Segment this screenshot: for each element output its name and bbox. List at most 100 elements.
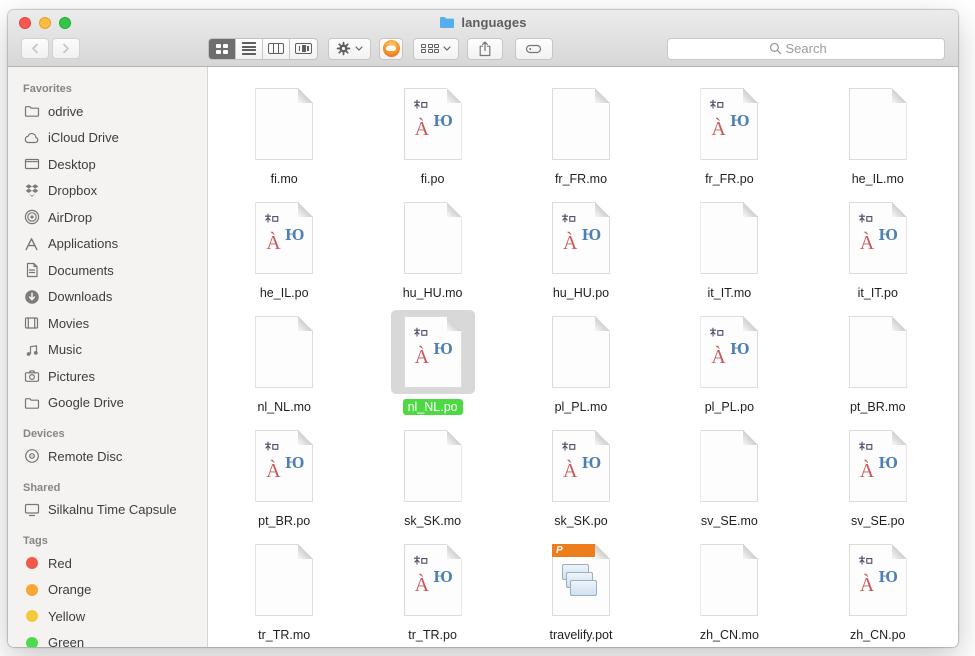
file-item[interactable]: pt_BR.mo: [804, 299, 952, 413]
file-item[interactable]: À Ю pt_BR.po: [210, 413, 358, 527]
poedit-app-button[interactable]: [379, 38, 403, 60]
page-fold-icon: [595, 544, 610, 559]
sidebar-item-label: Pictures: [48, 369, 95, 384]
file-item[interactable]: zh_CN.mo: [655, 527, 803, 641]
window-body: Favorites odrive iCloud Drive Desktop Dr…: [8, 67, 958, 647]
file-item[interactable]: À Ю fi.po: [358, 71, 506, 185]
file-item[interactable]: fr_FR.mo: [507, 71, 655, 185]
titlebar[interactable]: languages: [8, 10, 958, 35]
sidebar-item-airdrop[interactable]: AirDrop: [8, 204, 207, 231]
page-fold-icon: [447, 316, 462, 331]
file-item[interactable]: À Ю fr_FR.po: [655, 71, 803, 185]
blank-document-icon: [255, 544, 313, 616]
page-fold-icon: [447, 430, 462, 445]
sidebar-item-documents[interactable]: Documents: [8, 257, 207, 284]
column-view-button[interactable]: [263, 39, 290, 59]
search-field[interactable]: [667, 38, 945, 60]
file-item[interactable]: nl_NL.mo: [210, 299, 358, 413]
file-item[interactable]: À Ю he_IL.po: [210, 185, 358, 299]
minimize-button[interactable]: [39, 17, 51, 29]
file-item-selected[interactable]: À Ю nl_NL.po: [358, 299, 506, 413]
slides-icon: [562, 564, 602, 606]
sidebar-item-tag-red[interactable]: Red: [8, 550, 207, 577]
document-icon: [23, 262, 40, 279]
file-item[interactable]: tr_TR.mo: [210, 527, 358, 641]
file-icon: [391, 424, 475, 508]
file-icon: [836, 310, 920, 394]
file-item[interactable]: hu_HU.mo: [358, 185, 506, 299]
page-fold-icon: [892, 88, 907, 103]
tag-button[interactable]: [515, 38, 553, 60]
file-item[interactable]: À Ю sk_SK.po: [507, 413, 655, 527]
sidebar-item-label: Dropbox: [48, 183, 97, 198]
close-button[interactable]: [19, 17, 31, 29]
sidebar-item-tag-green[interactable]: Green: [8, 630, 207, 648]
list-view-button[interactable]: [236, 39, 263, 59]
music-icon: [23, 341, 40, 358]
sidebar-item-tag-yellow[interactable]: Yellow: [8, 603, 207, 630]
sidebar-item-tag-orange[interactable]: Orange: [8, 577, 207, 604]
page-fold-icon: [298, 88, 313, 103]
page-fold-icon: [892, 430, 907, 445]
sidebar-item-icloud-drive[interactable]: iCloud Drive: [8, 125, 207, 152]
display-icon: [23, 501, 40, 518]
sidebar-item-remote-disc[interactable]: Remote Disc: [8, 443, 207, 470]
file-icon: [242, 538, 326, 622]
icon-view-button[interactable]: [209, 39, 236, 59]
column-view-icon: [268, 43, 284, 54]
page-fold-icon: [447, 88, 462, 103]
forward-button[interactable]: [52, 38, 80, 59]
file-item[interactable]: À Ю hu_HU.po: [507, 185, 655, 299]
intl-text-document-icon: À Ю: [849, 544, 907, 616]
file-item[interactable]: sk_SK.mo: [358, 413, 506, 527]
share-button[interactable]: [467, 38, 503, 60]
search-input[interactable]: [786, 41, 844, 56]
sidebar-item-label: Google Drive: [48, 395, 124, 410]
zoom-button[interactable]: [59, 17, 71, 29]
latin-a-glyph: À: [860, 460, 874, 483]
sidebar: Favorites odrive iCloud Drive Desktop Dr…: [8, 67, 208, 647]
file-icon: À Ю: [836, 196, 920, 280]
blank-document-icon: [255, 316, 313, 388]
sidebar-item-odrive[interactable]: odrive: [8, 98, 207, 125]
sidebar-item-applications[interactable]: Applications: [8, 231, 207, 258]
file-item[interactable]: P travelify.pot: [507, 527, 655, 641]
file-item[interactable]: À Ю sv_SE.po: [804, 413, 952, 527]
sidebar-item-dropbox[interactable]: Dropbox: [8, 178, 207, 205]
coverflow-view-button[interactable]: [290, 39, 317, 59]
search-icon: [769, 42, 782, 55]
cyrillic-yu-glyph: Ю: [879, 225, 898, 245]
file-item[interactable]: sv_SE.mo: [655, 413, 803, 527]
gear-icon: [336, 41, 351, 56]
file-item[interactable]: it_IT.mo: [655, 185, 803, 299]
sidebar-item-desktop[interactable]: Desktop: [8, 151, 207, 178]
file-name: zh_CN.mo: [695, 627, 764, 643]
file-icon: À Ю: [242, 196, 326, 280]
file-item[interactable]: pl_PL.mo: [507, 299, 655, 413]
action-menu-button[interactable]: [328, 38, 371, 60]
file-icon: [539, 82, 623, 166]
file-item[interactable]: À Ю tr_TR.po: [358, 527, 506, 641]
file-icon: À Ю: [687, 82, 771, 166]
arrange-icon: [421, 44, 439, 53]
arrange-menu-button[interactable]: [413, 38, 459, 60]
page-fold-icon: [447, 202, 462, 217]
file-item[interactable]: À Ю it_IT.po: [804, 185, 952, 299]
page-fold-icon: [892, 316, 907, 331]
sidebar-item-movies[interactable]: Movies: [8, 310, 207, 337]
cyrillic-yu-glyph: Ю: [879, 453, 898, 473]
file-item[interactable]: he_IL.mo: [804, 71, 952, 185]
back-button[interactable]: [21, 38, 49, 59]
intl-text-document-icon: À Ю: [255, 430, 313, 502]
file-item[interactable]: À Ю pl_PL.po: [655, 299, 803, 413]
sidebar-item-downloads[interactable]: Downloads: [8, 284, 207, 311]
file-item[interactable]: fi.mo: [210, 71, 358, 185]
file-name: zh_CN.po: [845, 627, 911, 643]
sidebar-item-pictures[interactable]: Pictures: [8, 363, 207, 390]
sidebar-item-google-drive[interactable]: Google Drive: [8, 390, 207, 417]
list-view-icon: [242, 41, 256, 57]
file-item[interactable]: À Ю zh_CN.po: [804, 527, 952, 641]
sidebar-item-music[interactable]: Music: [8, 337, 207, 364]
intl-text-document-icon: À Ю: [700, 316, 758, 388]
sidebar-item-time-capsule[interactable]: Silkalnu Time Capsule: [8, 497, 207, 524]
